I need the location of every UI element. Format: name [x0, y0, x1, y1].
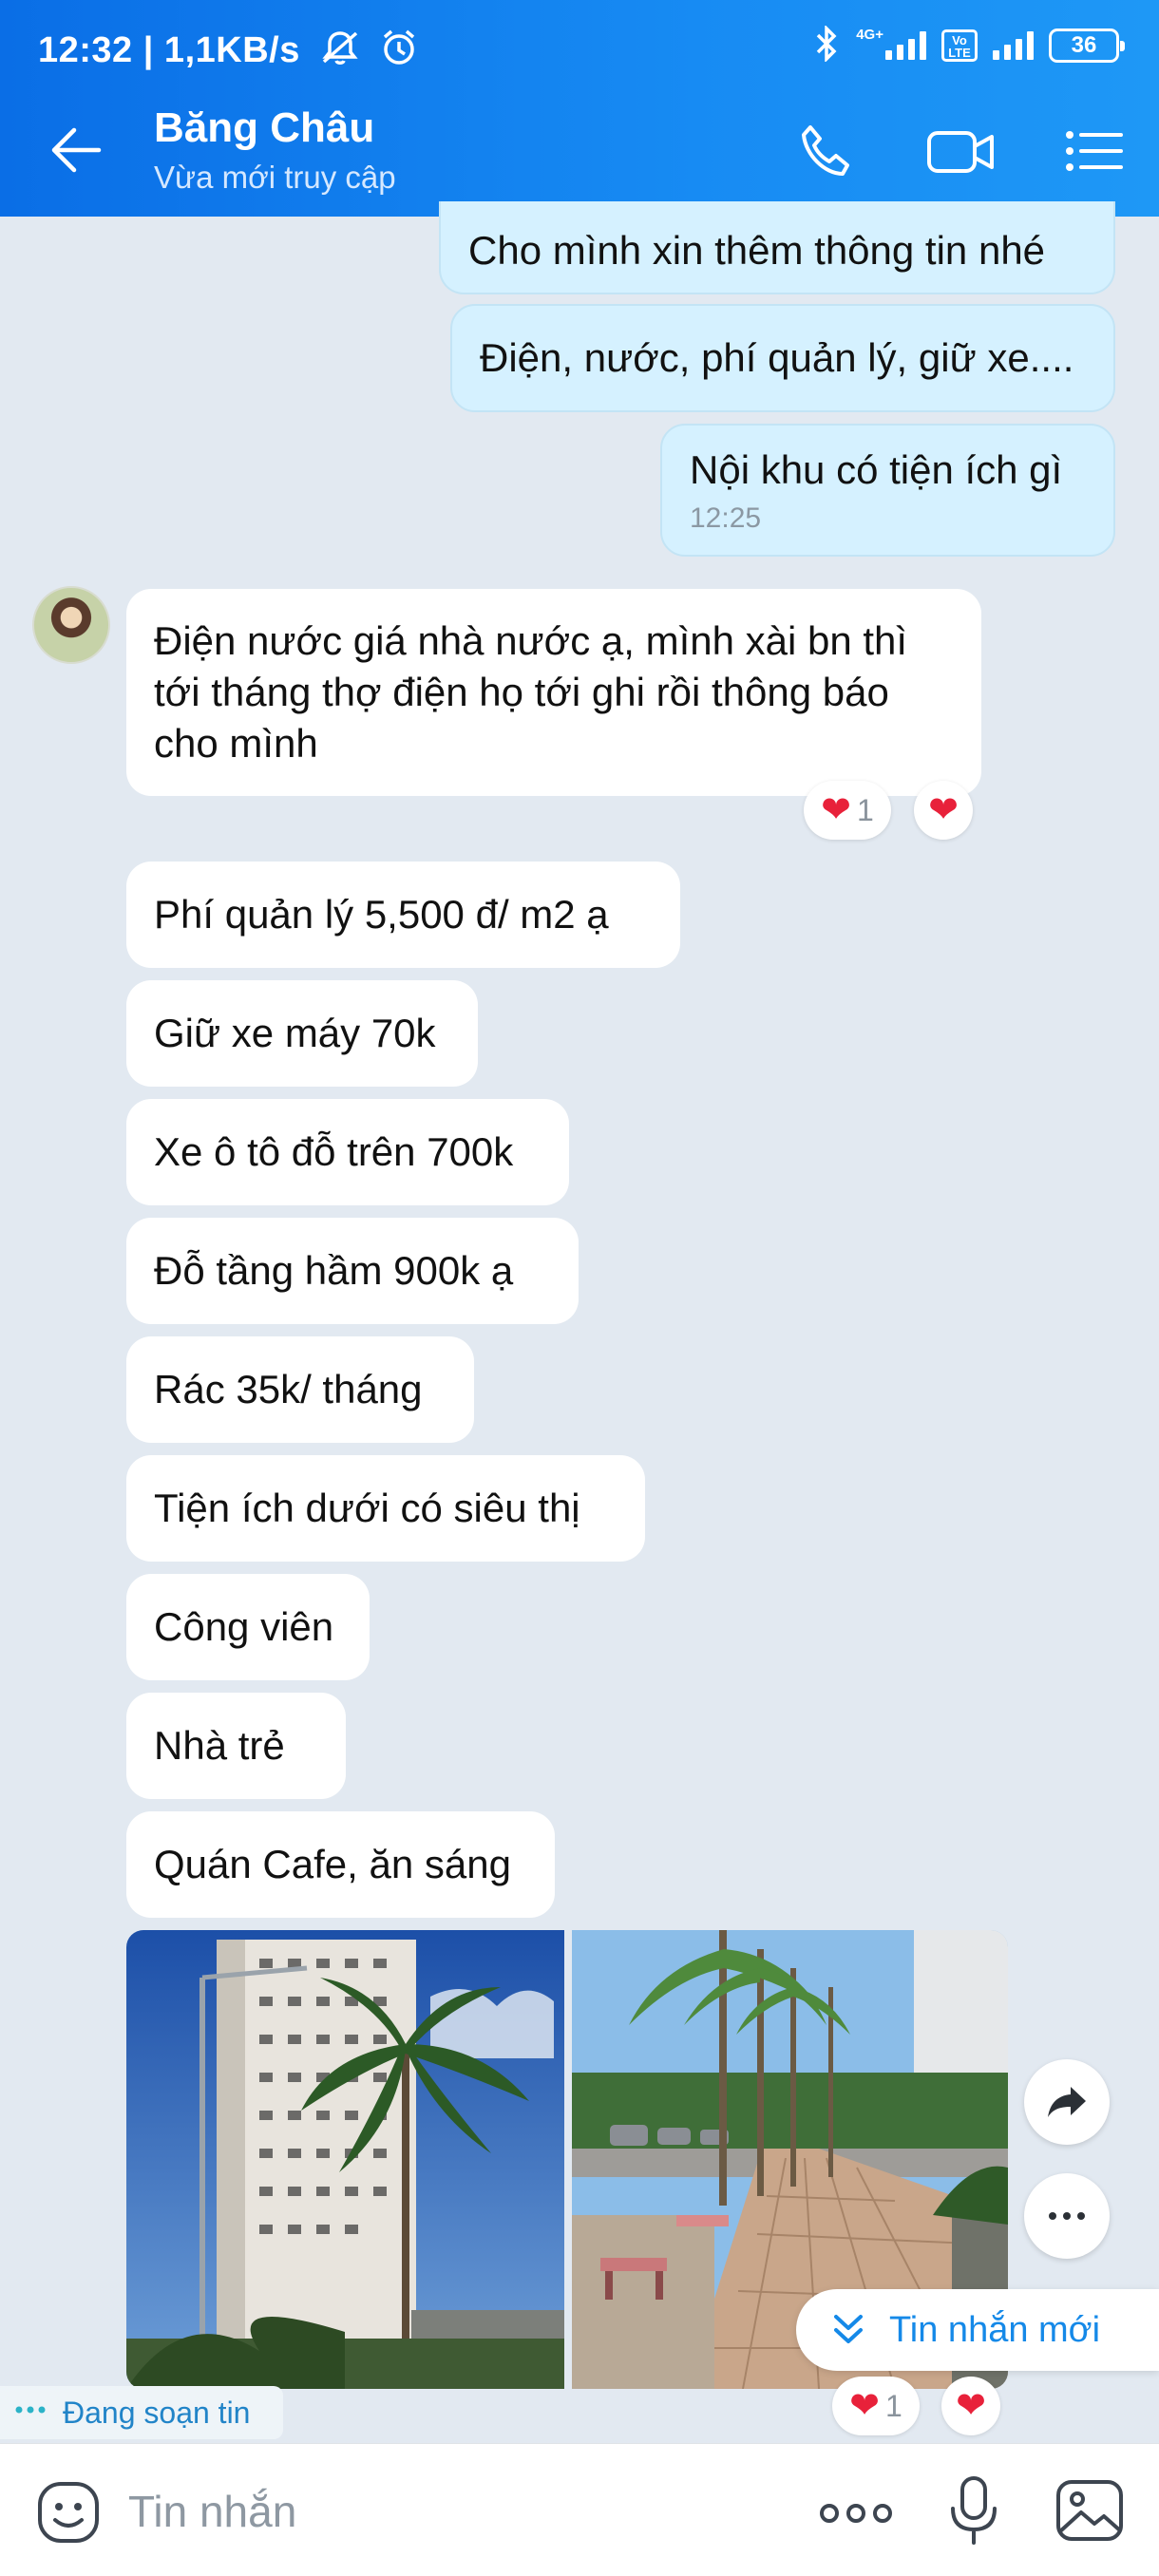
- message-text: Đỗ tầng hầm 900k ạ: [154, 1248, 514, 1293]
- reaction-summary[interactable]: ❤ 1: [832, 2377, 920, 2435]
- message-input[interactable]: Tin nhắn: [128, 2486, 296, 2537]
- message-text-line: Điện nước giá nhà nước ạ, mình xài bn th…: [154, 618, 908, 663]
- volte-label: Vo LTE: [948, 33, 971, 60]
- contact-avatar[interactable]: [32, 586, 110, 664]
- phone-call-icon[interactable]: [793, 120, 860, 182]
- message-text: Phí quản lý 5,500 đ/ m2 ạ: [154, 892, 609, 937]
- message-text: Tiện ích dưới có siêu thị: [154, 1486, 580, 1530]
- status-right: 4G+ Vo LTE 36: [812, 24, 1125, 66]
- battery-icon: 36: [1049, 28, 1125, 63]
- incoming-message[interactable]: Quán Cafe, ăn sáng: [126, 1811, 555, 1918]
- more-options-button[interactable]: [1024, 2173, 1110, 2259]
- status-left: 12:32 | 1,1KB/s: [38, 28, 418, 76]
- message-text: Nhà trẻ: [154, 1723, 285, 1768]
- new-messages-label: Tin nhắn mới: [889, 2309, 1101, 2350]
- double-chevron-down-icon: [834, 2315, 863, 2343]
- network-type: 4G+: [856, 26, 884, 43]
- emoji-icon[interactable]: [36, 2480, 101, 2549]
- incoming-message[interactable]: Tiện ích dưới có siêu thị: [126, 1455, 645, 1562]
- incoming-message[interactable]: Phí quản lý 5,500 đ/ m2 ạ: [126, 862, 680, 968]
- message-text: Công viên: [154, 1604, 334, 1649]
- photo-building[interactable]: [126, 1930, 564, 2389]
- typing-dots-icon: [15, 2406, 46, 2414]
- alarm-icon: [380, 28, 418, 76]
- volte-icon: Vo LTE: [941, 29, 978, 62]
- reaction-count: 1: [857, 792, 874, 827]
- message-text-line: tới tháng thợ điện họ tới ghi rồi thông …: [154, 670, 889, 714]
- signal-icon: [885, 31, 926, 60]
- microphone-icon[interactable]: [945, 2474, 1002, 2551]
- more-dots-icon: [1049, 2212, 1085, 2220]
- video-call-icon[interactable]: [926, 120, 994, 182]
- incoming-message[interactable]: Điện nước giá nhà nước ạ, mình xài bn th…: [126, 589, 981, 796]
- reaction-count: 1: [885, 2388, 902, 2423]
- message-text: Nội khu có tiện ích gì: [690, 447, 1063, 492]
- heart-icon: ❤: [849, 2386, 881, 2426]
- react-heart-button[interactable]: ❤: [941, 2377, 1000, 2435]
- message-composer: Tin nhắn: [0, 2443, 1159, 2576]
- image-gallery-icon[interactable]: [1054, 2478, 1125, 2548]
- incoming-message[interactable]: Rác 35k/ tháng: [126, 1336, 474, 1443]
- typing-text: Đang soạn tin: [63, 2395, 251, 2430]
- status-time-speed: 12:32 | 1,1KB/s: [38, 30, 300, 71]
- new-messages-button[interactable]: Tin nhắn mới: [796, 2289, 1159, 2371]
- message-text: Xe ô tô đỗ trên 700k: [154, 1129, 514, 1174]
- outgoing-message[interactable]: Cho mình xin thêm thông tin nhé: [439, 201, 1115, 294]
- status-bar: 12:32 | 1,1KB/s 4G+ Vo LTE 36: [0, 0, 1159, 84]
- message-text: Giữ xe máy 70k: [154, 1011, 436, 1055]
- signal-icon-2: [993, 31, 1034, 60]
- battery-level: 36: [1071, 32, 1097, 58]
- message-text: Quán Cafe, ăn sáng: [154, 1842, 511, 1886]
- incoming-message[interactable]: Công viên: [126, 1574, 370, 1680]
- app-bar: Băng Châu Vừa mới truy cập: [0, 84, 1159, 217]
- message-timestamp: 12:25: [690, 502, 762, 534]
- heart-icon: ❤: [928, 790, 959, 830]
- menu-list-icon[interactable]: [1062, 120, 1129, 182]
- more-actions-icon[interactable]: [819, 2503, 893, 2529]
- forward-button[interactable]: [1024, 2059, 1110, 2145]
- typing-indicator: Đang soạn tin: [0, 2386, 283, 2439]
- reaction-summary[interactable]: ❤ 1: [804, 781, 891, 840]
- share-arrow-icon: [1048, 2087, 1086, 2117]
- outgoing-message[interactable]: Điện, nước, phí quản lý, giữ xe....: [450, 304, 1115, 412]
- heart-icon: ❤: [956, 2386, 986, 2426]
- message-text: Cho mình xin thêm thông tin nhé: [468, 228, 1046, 273]
- mute-icon: [320, 29, 360, 75]
- message-text-line: cho mình: [154, 721, 318, 766]
- heart-icon: ❤: [821, 790, 852, 830]
- outgoing-message[interactable]: Nội khu có tiện ích gì 12:25: [660, 424, 1115, 557]
- back-arrow-icon[interactable]: [48, 122, 104, 179]
- incoming-message[interactable]: Xe ô tô đỗ trên 700k: [126, 1099, 569, 1205]
- message-text: Điện, nước, phí quản lý, giữ xe....: [480, 335, 1074, 380]
- message-text: Rác 35k/ tháng: [154, 1367, 423, 1411]
- contact-name[interactable]: Băng Châu: [154, 104, 374, 152]
- incoming-message[interactable]: Đỗ tầng hầm 900k ạ: [126, 1218, 579, 1324]
- incoming-message[interactable]: Nhà trẻ: [126, 1693, 346, 1799]
- react-heart-button[interactable]: ❤: [914, 781, 973, 840]
- presence-status: Vừa mới truy cập: [154, 160, 396, 195]
- incoming-message[interactable]: Giữ xe máy 70k: [126, 980, 478, 1087]
- bluetooth-icon: [812, 24, 841, 66]
- chat-header: 12:32 | 1,1KB/s 4G+ Vo LTE 36 Băng Châu …: [0, 0, 1159, 217]
